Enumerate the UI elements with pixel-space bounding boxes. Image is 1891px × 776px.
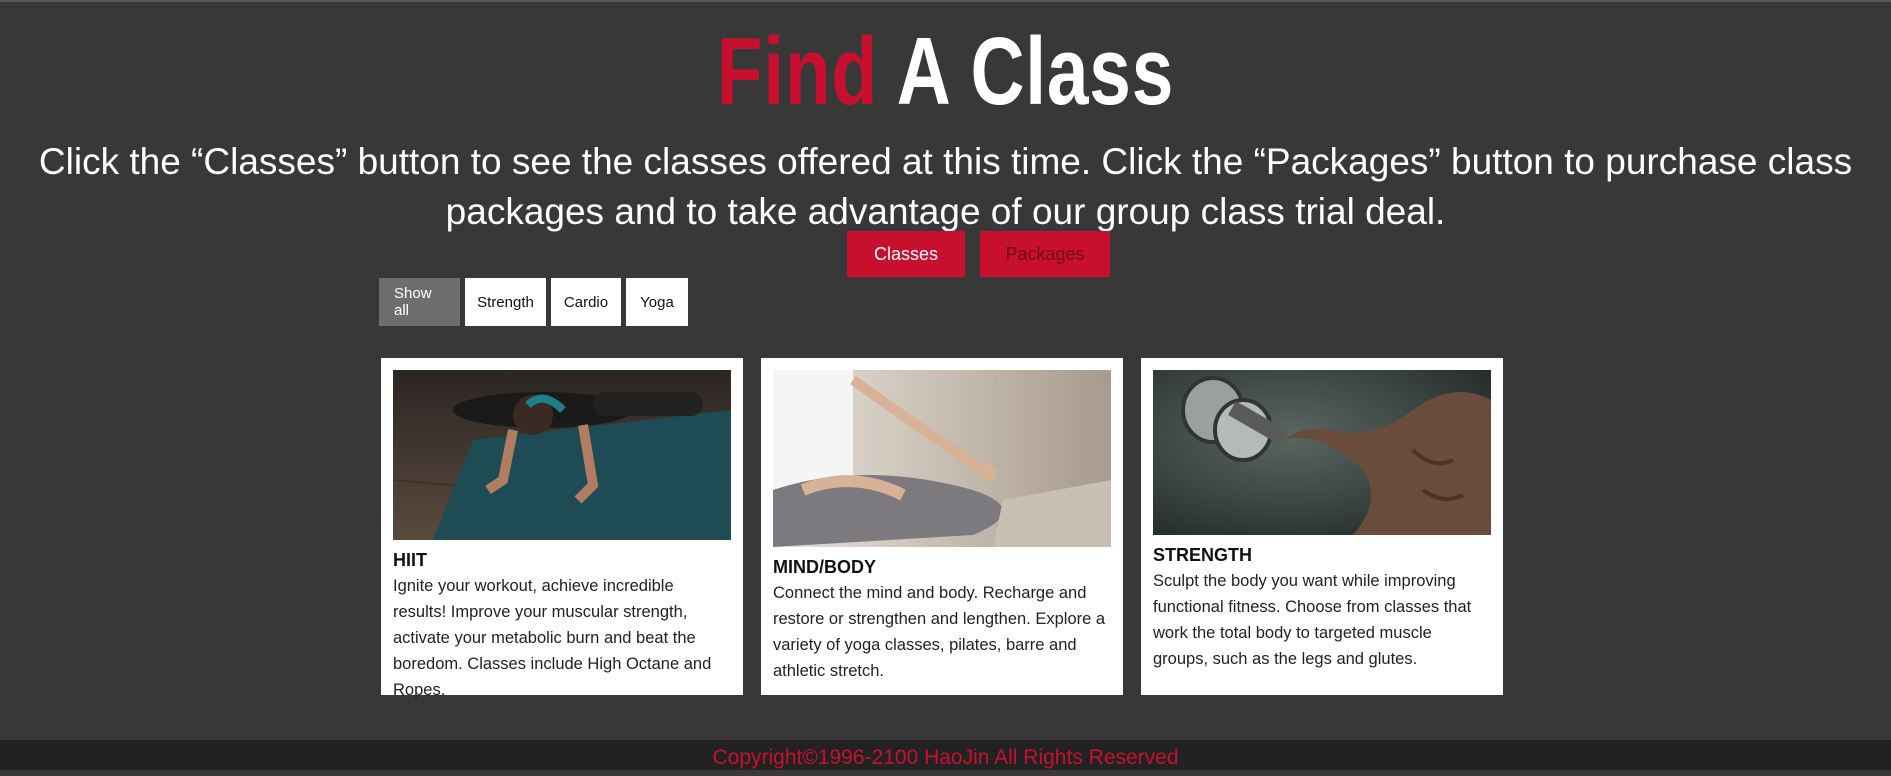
class-card-strength[interactable]: STRENGTH Sculpt the body you want while … (1141, 358, 1503, 695)
filter-strength[interactable]: Strength (465, 278, 546, 326)
title-highlight: Find (716, 18, 878, 125)
footer: Copyright©1996-2100 HaoJin All Rights Re… (0, 740, 1891, 770)
hiit-image (393, 370, 731, 540)
packages-button[interactable]: Packages (980, 231, 1110, 277)
filter-bar: Show all Strength Cardio Yoga (379, 278, 688, 326)
card-title: HIIT (393, 550, 427, 570)
classes-button[interactable]: Classes (847, 231, 965, 277)
class-card-mind-body[interactable]: MIND/BODY Connect the mind and body. Rec… (761, 358, 1123, 695)
card-description: Connect the mind and body. Recharge and … (773, 584, 1106, 680)
copyright-text: Copyright©1996-2100 HaoJin All Rights Re… (712, 746, 1179, 769)
filter-cardio[interactable]: Cardio (551, 278, 621, 326)
card-title: STRENGTH (1153, 545, 1252, 565)
card-title: MIND/BODY (773, 557, 876, 577)
class-card-grid: HIIT Ignite your workout, achieve incred… (381, 358, 1503, 699)
mind-body-image (773, 370, 1111, 547)
page-description: Click the “Classes” button to see the cl… (20, 137, 1871, 237)
filter-yoga[interactable]: Yoga (626, 278, 688, 326)
description-text: Click the “Classes” button to see the cl… (38, 141, 1853, 232)
class-card-hiit[interactable]: HIIT Ignite your workout, achieve incred… (381, 358, 743, 699)
filter-show-all[interactable]: Show all (379, 278, 460, 326)
card-description: Sculpt the body you want while improving… (1153, 572, 1472, 668)
page-title: Find A Class (208, 20, 1683, 124)
title-rest: A Class (896, 18, 1175, 125)
card-description: Ignite your workout, achieve incredible … (393, 577, 712, 699)
strength-image (1153, 370, 1491, 535)
